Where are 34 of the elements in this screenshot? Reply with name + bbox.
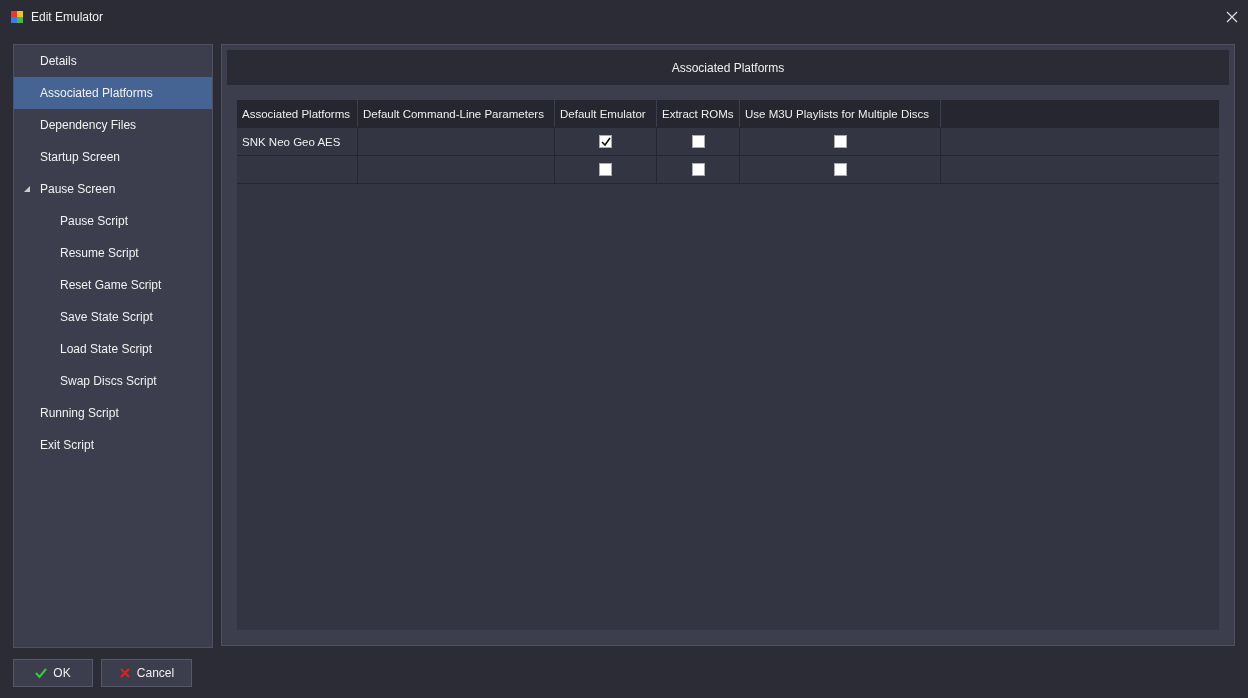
sidebar-item[interactable]: Load State Script (14, 333, 212, 365)
sidebar-item[interactable]: Swap Discs Script (14, 365, 212, 397)
column-header[interactable]: Associated Platforms (237, 100, 358, 127)
close-button[interactable] (1226, 11, 1238, 23)
checkbox[interactable] (599, 163, 612, 176)
sidebar-item[interactable]: Dependency Files (14, 109, 212, 141)
column-header[interactable]: Default Command-Line Parameters (358, 100, 555, 127)
checkbox[interactable] (691, 135, 705, 148)
panel-title: Associated Platforms (227, 50, 1229, 85)
window-title: Edit Emulator (31, 10, 105, 24)
sidebar-item[interactable]: Resume Script (14, 237, 212, 269)
sidebar-item[interactable]: Pause Script (14, 205, 212, 237)
sidebar-item[interactable]: Reset Game Script (14, 269, 212, 301)
sidebar-item[interactable]: Details (14, 45, 212, 77)
cube-logo-icon (10, 10, 24, 24)
checkbox[interactable] (833, 135, 847, 148)
sidebar-item[interactable]: Startup Screen (14, 141, 212, 173)
checkbox[interactable] (599, 135, 612, 148)
checkbox[interactable] (833, 163, 847, 176)
column-header[interactable]: Default Emulator (555, 100, 657, 127)
sidebar-item[interactable]: Running Script (14, 397, 212, 429)
sidebar-item[interactable]: Pause Screen (14, 173, 212, 205)
ok-button[interactable]: OK (13, 659, 93, 687)
column-header[interactable]: Extract ROMs (657, 100, 740, 127)
checkmark-icon (35, 667, 48, 679)
expanded-triangle-icon[interactable] (24, 186, 30, 192)
sidebar-item[interactable]: Associated Platforms (14, 77, 212, 109)
checkbox[interactable] (691, 163, 705, 176)
column-header[interactable]: Use M3U Playlists for Multiple Discs (740, 100, 941, 127)
sidebar-item[interactable]: Save State Script (14, 301, 212, 333)
table-cell: SNK Neo Geo AES (237, 128, 358, 155)
cross-icon (118, 667, 131, 679)
cancel-button[interactable]: Cancel (101, 659, 192, 687)
sidebar-item[interactable]: Exit Script (14, 429, 212, 461)
